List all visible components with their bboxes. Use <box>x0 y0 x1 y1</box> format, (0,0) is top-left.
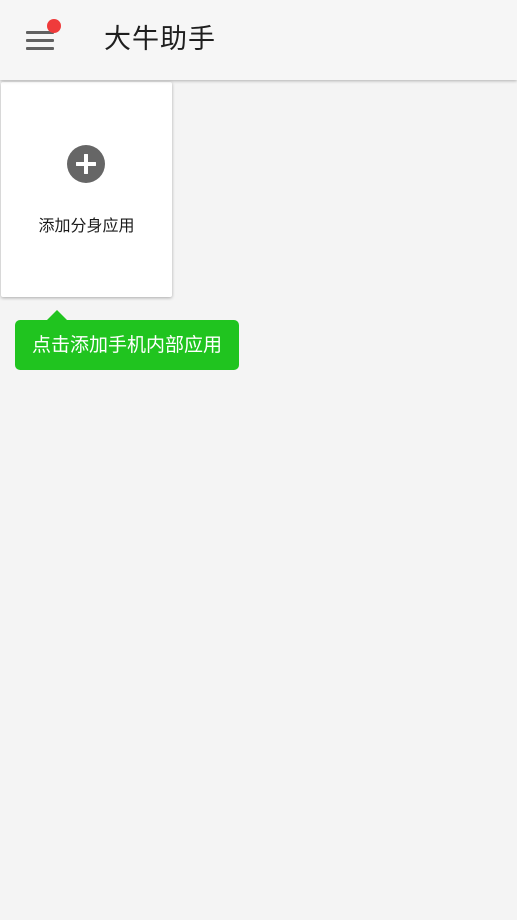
tooltip-text: 点击添加手机内部应用 <box>31 334 222 356</box>
app-bar: 大牛助手 <box>0 0 517 80</box>
add-card-label: 添加分身应用 <box>38 216 135 235</box>
hamburger-menu-icon <box>26 31 54 51</box>
notification-dot <box>47 19 61 33</box>
menu-button[interactable] <box>14 16 66 64</box>
plus-circle-icon <box>67 145 105 183</box>
tooltip-arrow <box>47 310 67 320</box>
add-clone-app-card[interactable]: 添加分身应用 <box>1 82 172 297</box>
app-title: 大牛助手 <box>104 24 216 55</box>
hint-tooltip: 点击添加手机内部应用 <box>15 310 239 370</box>
